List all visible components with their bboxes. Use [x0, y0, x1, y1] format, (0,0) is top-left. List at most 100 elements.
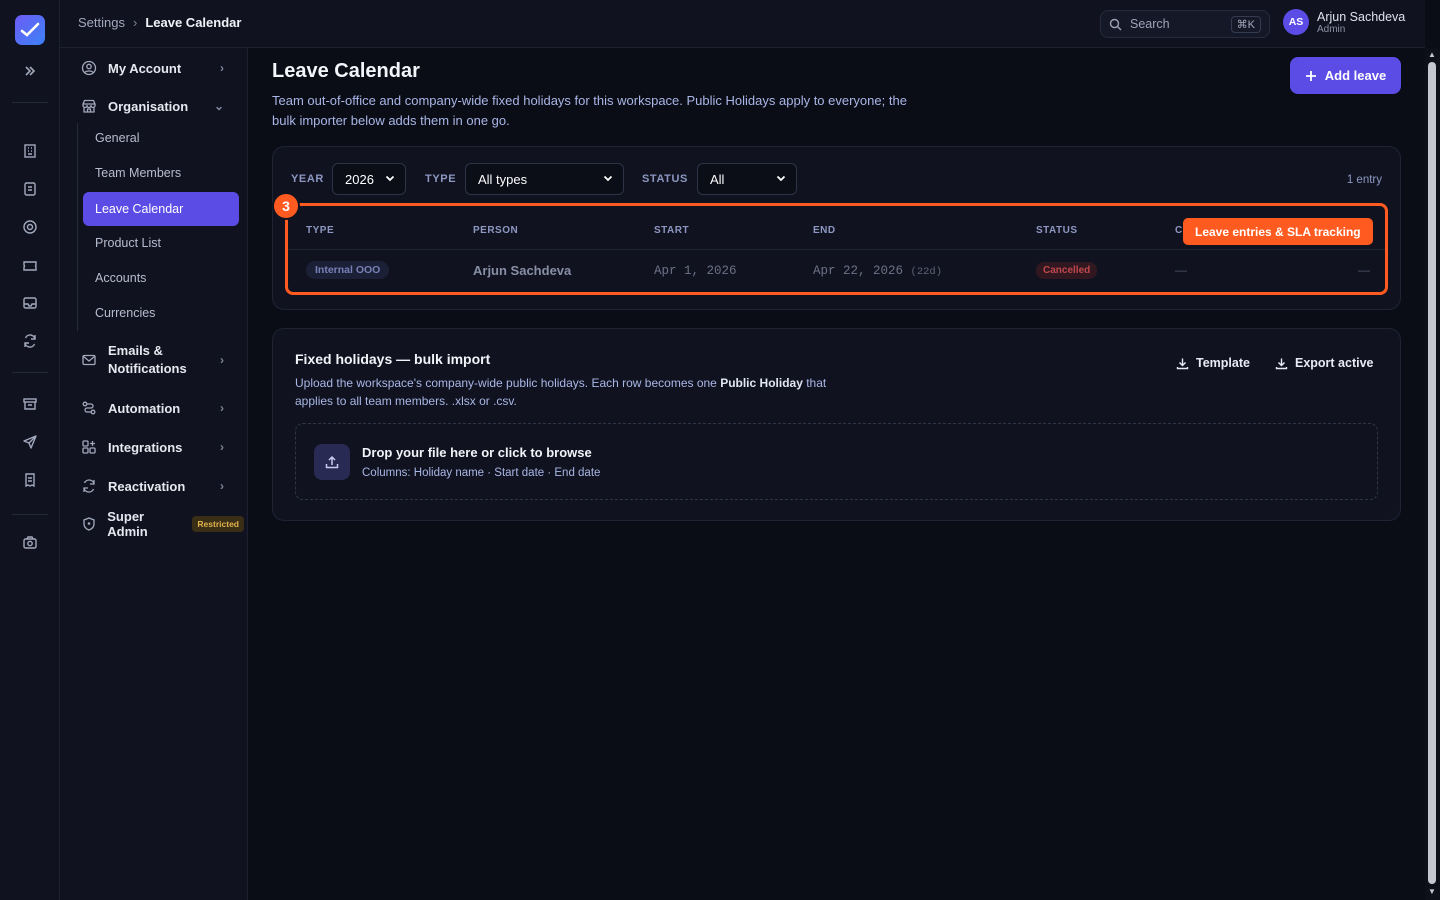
nav-product-list[interactable]: Product List — [83, 226, 239, 260]
annotation-callout: Leave entries & SLA tracking — [1183, 218, 1373, 245]
nav-emails-notifications[interactable]: Emails & Notifications › — [80, 341, 244, 379]
row-action[interactable]: — — [1358, 263, 1370, 277]
leave-end-date: Apr 22, 2026 — [813, 264, 904, 278]
download-icon — [1176, 357, 1189, 370]
entry-count: 1 entry — [1346, 174, 1382, 186]
nav-automation[interactable]: Automation › — [80, 394, 244, 422]
user-menu[interactable]: AS Arjun Sachdeva Admin — [1283, 9, 1405, 35]
leave-table: 3 TYPE PERSON START END STATUS C Leave e… — [272, 192, 1388, 295]
bulk-desc-bold: Public Holiday — [720, 376, 803, 390]
nav-currencies[interactable]: Currencies — [83, 296, 239, 330]
target-icon[interactable] — [20, 217, 40, 237]
year-select[interactable]: 2026 — [332, 163, 406, 195]
page-title: Leave Calendar — [272, 60, 420, 82]
col-header-status: STATUS — [1036, 225, 1078, 236]
page-description: Team out-of-office and company-wide fixe… — [272, 93, 907, 128]
template-label: Template — [1196, 356, 1250, 370]
app-logo[interactable] — [15, 15, 45, 45]
user-circle-icon — [80, 59, 98, 77]
archive-icon[interactable] — [20, 394, 40, 414]
submenu-guide-line — [77, 123, 78, 331]
nav-leave-calendar[interactable]: Leave Calendar — [83, 192, 239, 226]
search-placeholder: Search — [1130, 17, 1170, 31]
col-header-start: START — [654, 225, 690, 236]
breadcrumb-separator: › — [132, 15, 138, 30]
nav-automation-label: Automation — [108, 400, 181, 416]
export-active-button[interactable]: Export active — [1275, 356, 1374, 370]
col-header-end: END — [813, 225, 836, 236]
search-shortcut: ⌘K — [1230, 15, 1261, 33]
send-icon[interactable] — [20, 432, 40, 452]
col-header-type: TYPE — [306, 225, 335, 236]
nav-reactivation[interactable]: Reactivation › — [80, 472, 244, 500]
nav-accounts[interactable]: Accounts — [83, 261, 239, 295]
rail-divider — [12, 102, 48, 103]
building-icon[interactable] — [20, 141, 40, 161]
refresh-icon[interactable] — [20, 331, 40, 351]
scroll-down-arrow[interactable]: ▼ — [1428, 887, 1436, 896]
nav-super-admin[interactable]: Super Admin Restricted — [80, 509, 244, 539]
status-badge: Cancelled — [1036, 262, 1098, 279]
breadcrumb-settings[interactable]: Settings — [78, 15, 125, 30]
bulk-import-card: Fixed holidays — bulk import Upload the … — [272, 328, 1401, 521]
settings-nav: My Account › Organisation ⌄ General Team… — [60, 48, 248, 900]
nav-reactivation-label: Reactivation — [108, 478, 186, 494]
chevron-right-icon: › — [220, 440, 224, 454]
add-leave-button[interactable]: Add leave — [1290, 57, 1401, 94]
ticket-icon[interactable] — [20, 256, 40, 276]
type-select-value: All types — [478, 171, 528, 187]
shield-icon — [80, 515, 97, 533]
nav-general[interactable]: General — [83, 121, 239, 155]
nav-organisation-label: Organisation — [108, 98, 189, 114]
type-select[interactable]: All types — [465, 163, 624, 195]
camera-icon[interactable] — [20, 533, 40, 553]
template-download-button[interactable]: Template — [1176, 356, 1250, 370]
icon-rail — [0, 0, 60, 900]
year-select-value: 2026 — [345, 171, 374, 187]
receipt-icon[interactable] — [20, 470, 40, 490]
bulk-desc-part1: Upload the workspace's company-wide publ… — [295, 376, 721, 390]
user-role: Admin — [1317, 23, 1346, 35]
upload-icon — [314, 444, 350, 480]
chevron-right-icon: › — [220, 479, 224, 493]
col-header-person: PERSON — [473, 225, 519, 236]
inbox-icon[interactable] — [20, 293, 40, 313]
nav-emails-label-line1: Emails & — [108, 343, 163, 358]
nav-integrations-label: Integrations — [108, 439, 183, 455]
drop-zone-title: Drop your file here or click to browse — [362, 445, 592, 460]
nav-team-members[interactable]: Team Members — [83, 156, 239, 190]
scrollbar-thumb[interactable] — [1428, 62, 1436, 884]
breadcrumb: Settings › Leave Calendar — [78, 15, 241, 30]
download-icon — [1275, 357, 1288, 370]
scroll-up-arrow[interactable]: ▲ — [1428, 50, 1436, 59]
status-select[interactable]: All — [697, 163, 797, 195]
file-drop-zone[interactable]: Drop your file here or click to browse C… — [295, 423, 1378, 500]
chevron-right-icon: › — [220, 61, 224, 75]
nav-integrations[interactable]: Integrations › — [80, 433, 244, 461]
mail-icon — [80, 351, 98, 369]
nav-my-account[interactable]: My Account › — [80, 54, 244, 82]
header-divider — [288, 249, 1385, 250]
search-icon — [1109, 18, 1122, 31]
chevron-down-icon — [602, 172, 614, 187]
type-filter-label: TYPE — [425, 173, 457, 185]
restricted-badge: Restricted — [192, 516, 244, 532]
plus-icon — [1305, 70, 1317, 82]
leave-person: Arjun Sachdeva — [473, 263, 572, 278]
leave-entries-card: YEAR 2026 TYPE All types STATUS All 1 en… — [272, 146, 1401, 310]
nav-super-admin-label: Super Admin — [107, 509, 148, 539]
nav-my-account-label: My Account — [108, 60, 182, 76]
export-active-label: Export active — [1295, 356, 1374, 370]
bulk-import-title: Fixed holidays — bulk import — [295, 351, 491, 367]
expand-sidebar-icon[interactable] — [20, 61, 40, 81]
nav-organisation[interactable]: Organisation ⌄ — [80, 92, 244, 120]
search-box[interactable]: Search ⌘K — [1100, 10, 1270, 38]
grid-plus-icon — [80, 438, 98, 456]
clipboard-icon[interactable] — [20, 179, 40, 199]
refresh-icon — [80, 477, 98, 495]
user-name: Arjun Sachdeva — [1317, 9, 1406, 24]
chevron-right-icon: › — [220, 353, 224, 367]
rail-divider — [12, 372, 48, 373]
workflow-icon — [80, 399, 98, 417]
leave-start-date: Apr 1, 2026 — [654, 264, 737, 278]
